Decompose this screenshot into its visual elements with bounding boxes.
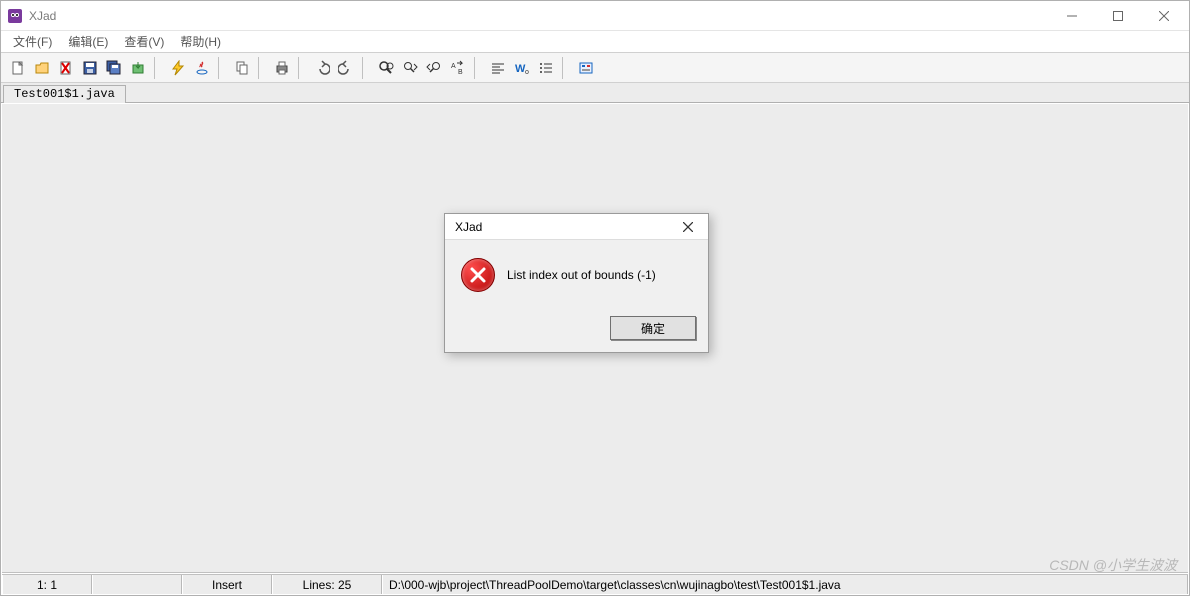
window-controls (1049, 1, 1187, 30)
status-path: D:\000-wjb\project\ThreadPoolDemo\target… (382, 575, 1188, 594)
status-position: 1: 1 (2, 575, 92, 594)
lightning-icon[interactable] (167, 57, 189, 79)
toolbar-separator (154, 57, 162, 79)
close-button[interactable] (1141, 1, 1187, 30)
toolbar-separator (218, 57, 226, 79)
align-left-icon[interactable] (487, 57, 509, 79)
status-mode: Insert (182, 575, 272, 594)
new-file-icon[interactable] (7, 57, 29, 79)
app-icon (7, 8, 23, 24)
maximize-button[interactable] (1095, 1, 1141, 30)
window-title: XJad (29, 9, 56, 23)
options-icon[interactable] (575, 57, 597, 79)
status-bar: 1: 1 Insert Lines: 25 D:\000-wjb\project… (2, 574, 1188, 594)
dialog-title-bar[interactable]: XJad (445, 214, 708, 240)
menu-file[interactable]: 文件(F) (5, 31, 60, 52)
undo-icon[interactable] (311, 57, 333, 79)
save-icon[interactable] (79, 57, 101, 79)
svg-text:A: A (451, 63, 456, 70)
tab-active[interactable]: Test001$1.java (3, 85, 126, 103)
export-icon[interactable] (127, 57, 149, 79)
menu-bar: 文件(F) 编辑(E) 查看(V) 帮助(H) (1, 31, 1189, 53)
redo-icon[interactable] (335, 57, 357, 79)
error-icon (461, 258, 495, 292)
wrap-icon[interactable]: Wo (511, 57, 533, 79)
dialog-title: XJad (455, 220, 482, 234)
find-icon[interactable] (375, 57, 397, 79)
find-next-icon[interactable] (399, 57, 421, 79)
status-blank (92, 575, 182, 594)
svg-text:B: B (458, 69, 463, 76)
toolbar-separator (562, 57, 570, 79)
dialog-button-row: 确定 (445, 310, 708, 352)
svg-text:o: o (525, 69, 529, 76)
status-lines: Lines: 25 (272, 575, 382, 594)
menu-view[interactable]: 查看(V) (116, 31, 172, 52)
toolbar-separator (362, 57, 370, 79)
copy-icon[interactable] (231, 57, 253, 79)
dialog-message: List index out of bounds (-1) (507, 268, 656, 282)
find-prev-icon[interactable] (423, 57, 445, 79)
tab-strip: Test001$1.java (1, 83, 1189, 103)
list-icon[interactable] (535, 57, 557, 79)
dialog-close-button[interactable] (672, 217, 704, 237)
error-dialog: XJad List index out of bounds (-1) 确定 (444, 213, 709, 353)
minimize-button[interactable] (1049, 1, 1095, 30)
replace-icon[interactable]: AB (447, 57, 469, 79)
menu-help[interactable]: 帮助(H) (172, 31, 229, 52)
java-icon[interactable] (191, 57, 213, 79)
toolbar: AB Wo (1, 53, 1189, 83)
open-file-icon[interactable] (31, 57, 53, 79)
toolbar-separator (258, 57, 266, 79)
menu-edit[interactable]: 编辑(E) (60, 31, 116, 52)
dialog-ok-button[interactable]: 确定 (610, 316, 696, 340)
title-bar: XJad (1, 1, 1189, 31)
save-all-icon[interactable] (103, 57, 125, 79)
toolbar-separator (474, 57, 482, 79)
print-icon[interactable] (271, 57, 293, 79)
dialog-body: List index out of bounds (-1) (445, 240, 708, 310)
toolbar-separator (298, 57, 306, 79)
delete-icon[interactable] (55, 57, 77, 79)
